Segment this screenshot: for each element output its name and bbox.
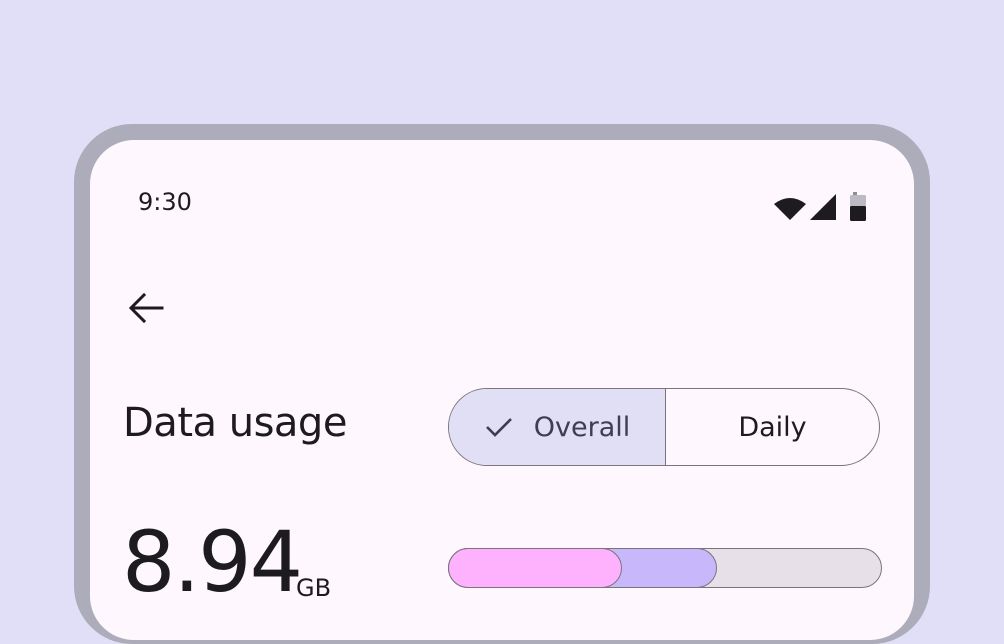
usage-bar: [448, 548, 882, 588]
check-icon: [485, 418, 512, 437]
segment-daily-label: Daily: [738, 411, 807, 443]
segment-overall[interactable]: Overall: [449, 389, 666, 465]
usage-value: 8.94: [122, 513, 303, 611]
status-icons: [774, 192, 866, 221]
segment-overall-label: Overall: [533, 411, 631, 443]
usage-unit: GB: [296, 574, 332, 602]
arrow-back-icon[interactable]: [126, 288, 166, 328]
battery-icon: [850, 192, 866, 221]
segment-daily[interactable]: Daily: [666, 389, 879, 465]
usage-bar-segment-1: [448, 548, 622, 588]
segmented-control: Overall Daily: [448, 388, 880, 466]
wifi-icon: [774, 198, 806, 220]
page-title: Data usage: [123, 400, 347, 446]
cellular-signal-icon: [810, 194, 836, 220]
status-time: 9:30: [138, 188, 192, 216]
